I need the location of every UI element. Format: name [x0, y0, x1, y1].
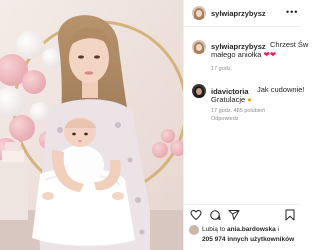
likes-count[interactable]: 205 974: [202, 236, 226, 243]
bee-emoji-icon: ●: [247, 95, 252, 104]
heart-icon[interactable]: [190, 209, 202, 221]
caption-text: małego aniołka: [211, 50, 262, 59]
post-header: sylwiaprzybysz: [184, 0, 301, 27]
share-icon[interactable]: [228, 209, 240, 221]
caption-avatar[interactable]: [192, 40, 206, 54]
author-username[interactable]: sylwiaprzybysz: [211, 9, 266, 18]
likes-prefix: Lubią to: [202, 226, 226, 233]
comment-like-heart-icon[interactable]: ♡: [291, 88, 297, 95]
caption-age: 17 godz.: [211, 66, 233, 72]
comment-text: Jak cudownie!: [257, 85, 305, 94]
heart-emoji-icon: ❤: [269, 50, 277, 59]
liker-username[interactable]: ania.bardowska: [227, 226, 276, 233]
instagram-post: sylwiaprzybysz sylwiaprzybysz Chrzest Św…: [0, 0, 308, 250]
caption-text-line2: małego aniołka ❤❤: [211, 50, 276, 60]
reply-link[interactable]: Odpowiedz: [211, 116, 239, 122]
likes-line1: Lubią to ania.bardowska i: [202, 226, 279, 233]
more-icon[interactable]: •••: [286, 7, 298, 17]
post-image: [0, 0, 183, 250]
post-photo[interactable]: [0, 0, 183, 250]
comment-text: Gratulacje: [211, 95, 246, 104]
commenter-avatar[interactable]: [192, 84, 206, 98]
likes-others[interactable]: innych użytkowników: [227, 236, 294, 243]
bookmark-icon[interactable]: [284, 209, 296, 221]
comment-meta: 17 godz. 485 polubień: [211, 108, 266, 114]
comment-icon[interactable]: [209, 209, 221, 221]
likes-and: i: [277, 226, 279, 233]
caption-text-line1: Chrzest Św: [270, 40, 309, 49]
author-avatar[interactable]: [192, 6, 206, 20]
liker-avatar[interactable]: [189, 225, 199, 235]
post-side-panel: sylwiaprzybysz sylwiaprzybysz Chrzest Św…: [183, 0, 308, 250]
comment-text-line2: Gratulacje ●: [211, 95, 252, 105]
action-bar: [184, 204, 301, 224]
likes-line2[interactable]: 205 974 innych użytkowników: [202, 236, 294, 243]
